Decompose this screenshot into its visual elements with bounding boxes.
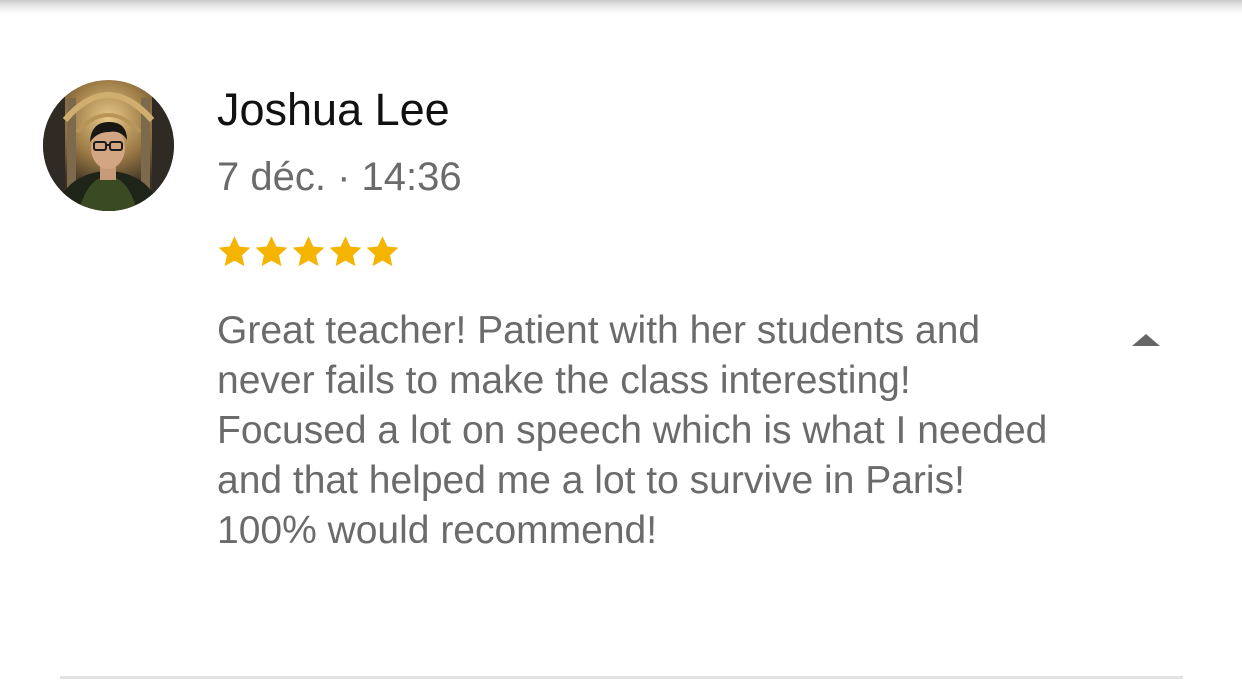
star-icon (218, 236, 251, 267)
avatar-photo (43, 80, 174, 211)
star-icon (292, 236, 325, 267)
author-name[interactable]: Joshua Lee (217, 82, 450, 138)
review-card: Joshua Lee 7 déc. · 14:36 Great teacher!… (0, 0, 1242, 689)
star-icon (255, 236, 288, 267)
star-icon (329, 236, 362, 267)
star-rating (216, 232, 401, 272)
star-icon (366, 236, 399, 267)
divider (60, 676, 1183, 679)
collapse-review-button[interactable] (1128, 326, 1164, 354)
header-shadow (0, 0, 1242, 14)
avatar[interactable] (43, 80, 174, 211)
review-date: 7 déc. · 14:36 (217, 155, 462, 199)
caret-up-icon (1132, 334, 1160, 346)
review-text: Great teacher! Patient with her students… (217, 309, 1048, 552)
